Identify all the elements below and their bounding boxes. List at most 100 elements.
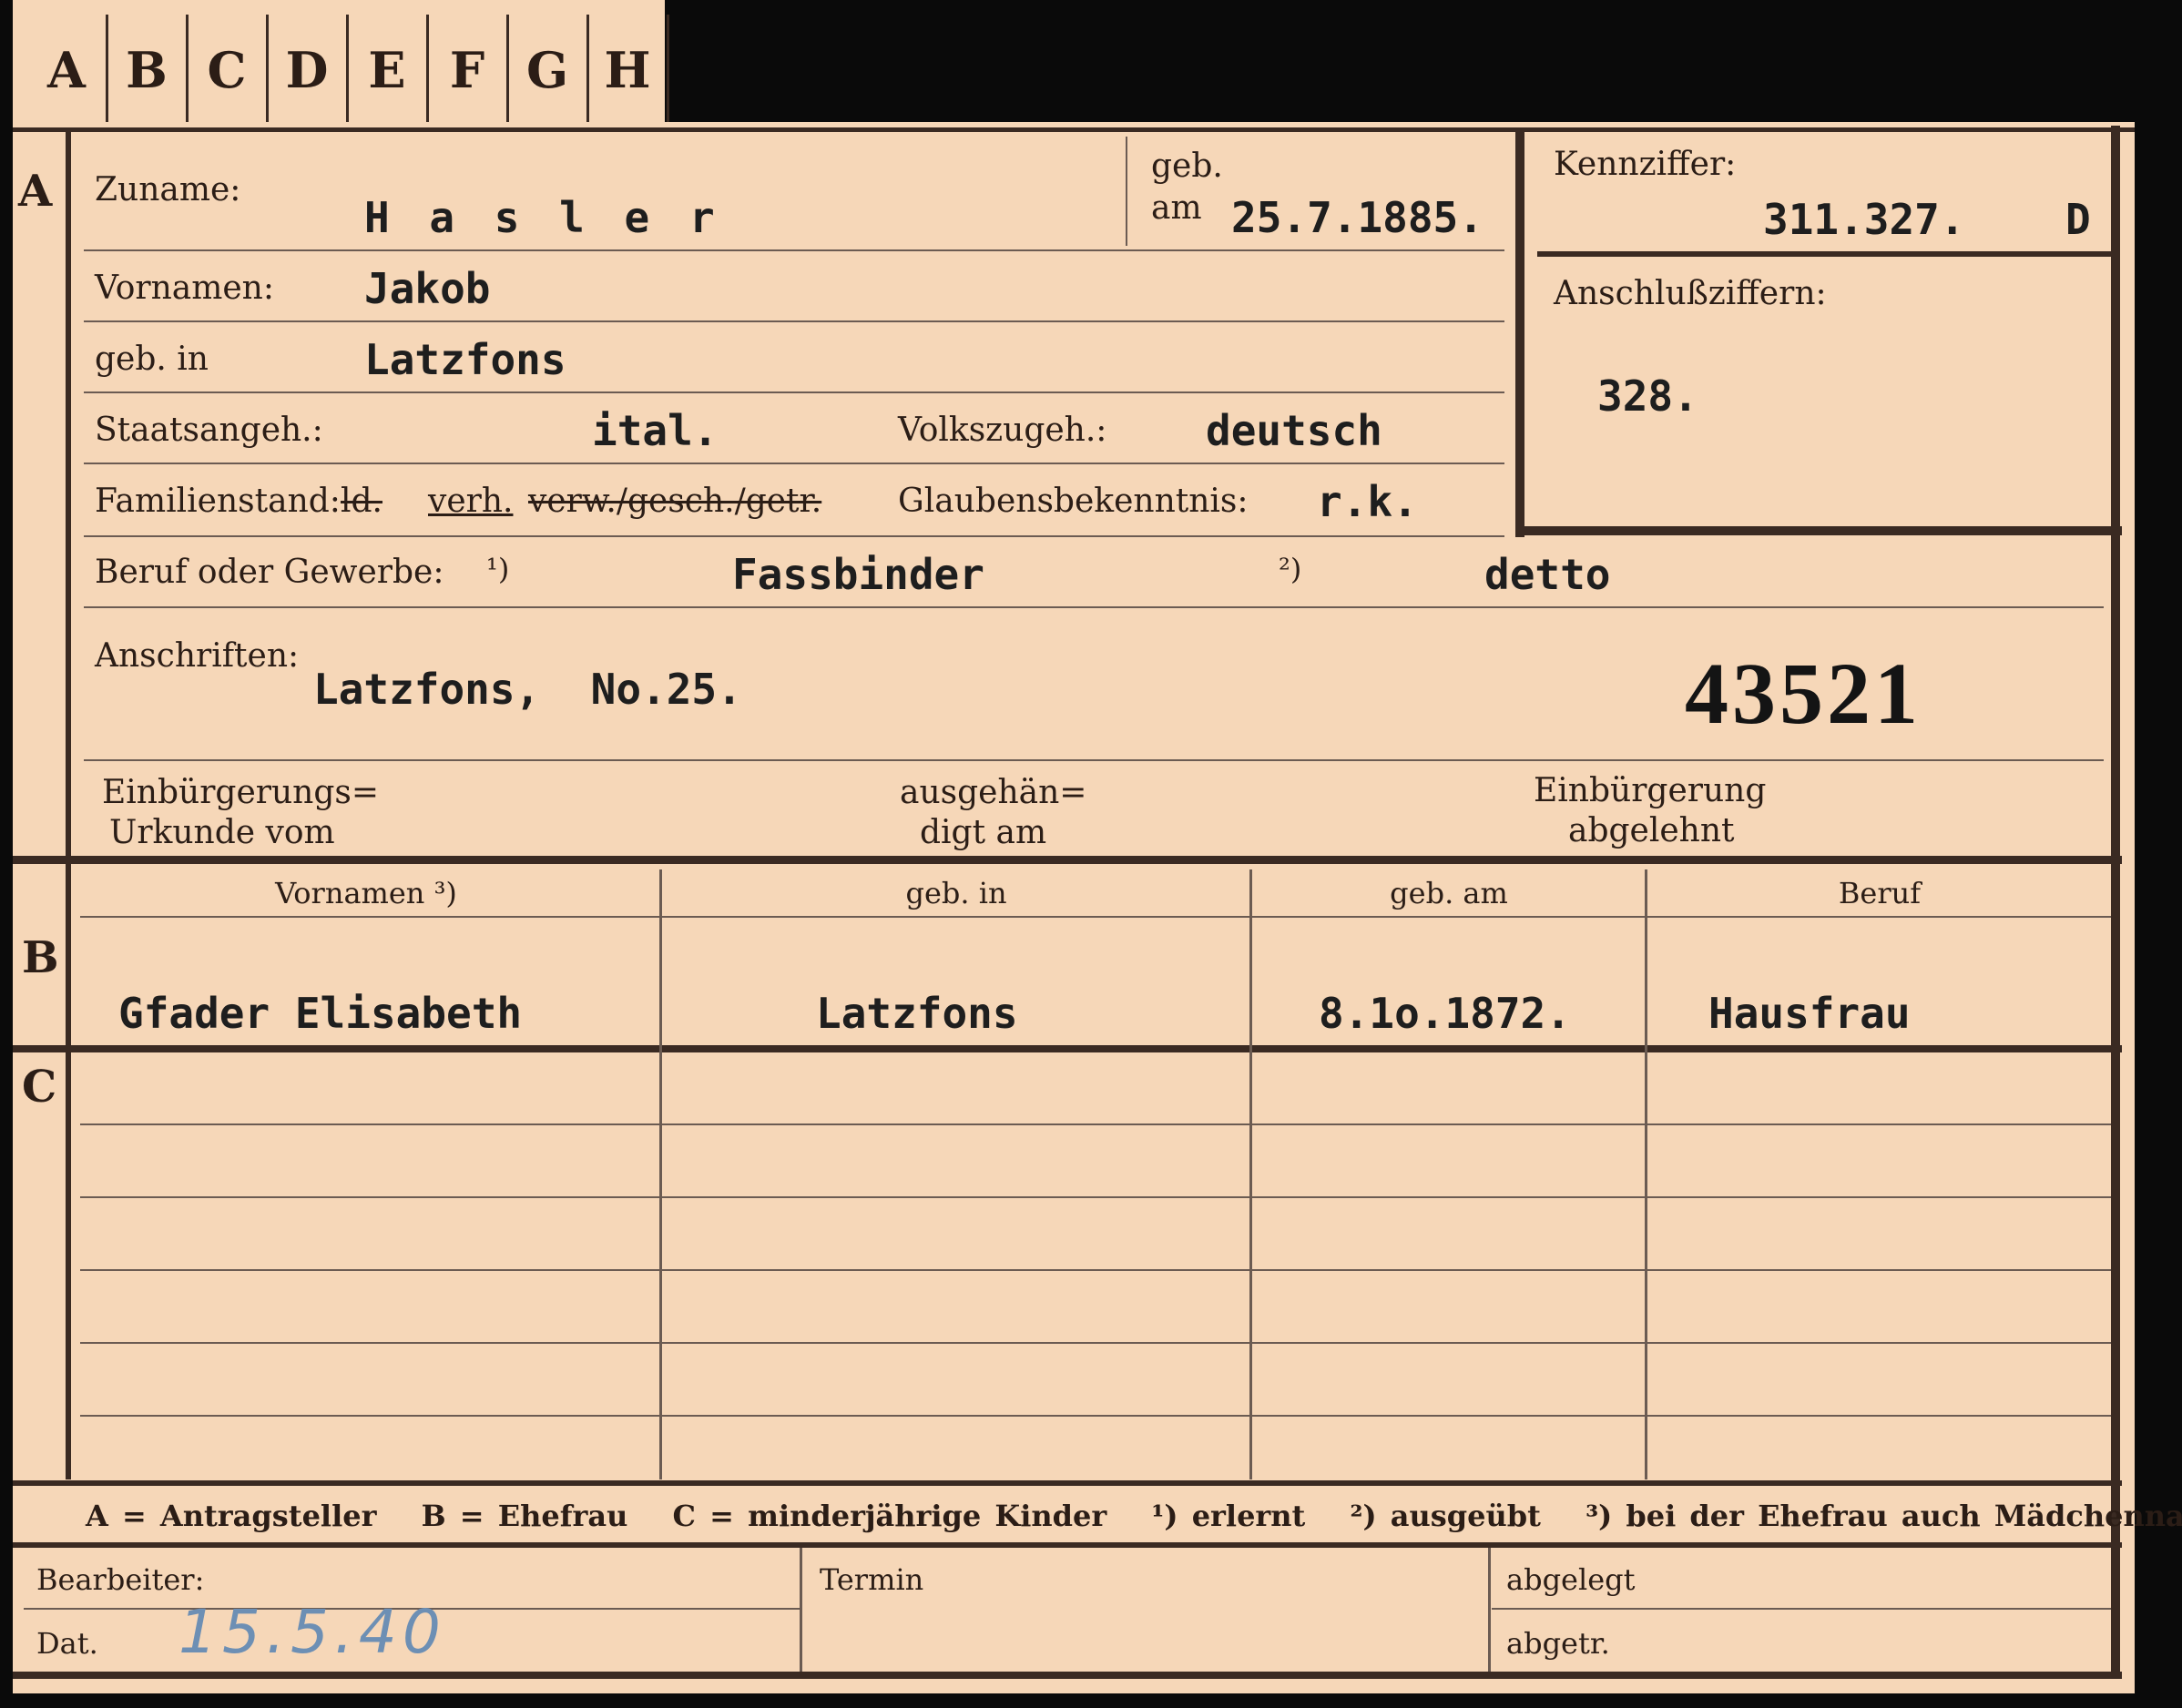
kennziffer-suffix: D	[2065, 195, 2091, 244]
section-c-marker: C	[22, 1062, 57, 1113]
volks-label: Volkszugeh.:	[898, 412, 1107, 449]
ehefrau-geb-in: Latzfons	[816, 989, 1018, 1038]
section-b-marker: B	[22, 932, 59, 983]
einb-abgelehnt-label-1: Einbürgerung	[1534, 772, 1767, 809]
einb-abgelehnt-label-2: abgelehnt	[1568, 812, 1735, 849]
col-header-geb-am: geb. am	[1390, 876, 1508, 910]
ehefrau-geb-am: 8.1o.1872.	[1319, 989, 1571, 1038]
abgetr-label: abgetr.	[1506, 1626, 1610, 1661]
section-a-left-border	[66, 127, 71, 860]
geb-am-value: 25.7.1885.	[1231, 193, 1484, 242]
familien-option-other: verw./gesch./getr.	[528, 483, 822, 520]
staats-label: Staatsangeh.:	[95, 412, 323, 449]
beruf-note-1: ¹)	[486, 552, 510, 586]
tab-c[interactable]: C	[188, 15, 269, 126]
col-header-vornamen: Vornamen ³)	[275, 876, 457, 910]
kennziffer-label: Kennziffer:	[1554, 146, 1737, 183]
beruf-ausgeuebt-value: detto	[1484, 550, 1611, 599]
tab-g[interactable]: G	[508, 15, 589, 126]
beruf-erlernt-value: Fassbinder	[732, 550, 984, 599]
col-header-rule	[80, 916, 2111, 918]
children-row-rule-1	[80, 1123, 2111, 1125]
col-divider-2	[1249, 869, 1252, 1479]
registration-number: 43521	[1685, 645, 1922, 742]
bearbeiter-label: Bearbeiter:	[36, 1562, 205, 1597]
legend-note-3: ³) bei der Ehefrau auch Mädchenname	[1586, 1499, 2182, 1533]
col-divider-1	[659, 869, 662, 1479]
section-a-marker: A	[18, 166, 53, 217]
beruf-note-2: ²)	[1279, 552, 1302, 586]
tab-a[interactable]: A	[27, 15, 108, 126]
familien-option-ledig: ld.	[341, 483, 383, 520]
anschluss-value: 328.	[1597, 371, 1698, 421]
card-right-edge	[2111, 126, 2120, 1673]
dat-value: 15.5.40	[178, 1597, 446, 1667]
geb-in-value: Latzfons	[364, 335, 566, 384]
letter-tabs: A B C D E F G H	[13, 0, 669, 135]
tab-e[interactable]: E	[348, 15, 429, 126]
volks-value: deutsch	[1206, 406, 1382, 455]
ehefrau-name: Gfader Elisabeth	[118, 989, 523, 1038]
legend-b: B = Ehefrau	[421, 1499, 628, 1533]
einb-urkunde-label-1: Einbürgerungs=	[102, 774, 380, 811]
legend-top-border	[13, 1480, 2122, 1486]
footer-divider-2	[1488, 1548, 1491, 1673]
rule-familien	[84, 535, 1504, 537]
staats-value: ital.	[592, 406, 719, 455]
legend-a: A = Antragsteller	[86, 1499, 377, 1533]
kennziffer-divider	[1537, 251, 2111, 257]
anschriften-label: Anschriften:	[95, 637, 300, 675]
tab-f[interactable]: F	[428, 15, 509, 126]
section-bc-left-border	[66, 860, 71, 1479]
anschluss-label: Anschlußziffern:	[1554, 275, 1827, 312]
children-row-rule-3	[80, 1269, 2111, 1271]
vornamen-value: Jakob	[364, 264, 491, 313]
geb-label: geb.	[1151, 147, 1223, 185]
card-top-line	[13, 127, 2135, 132]
tab-b[interactable]: B	[107, 15, 189, 126]
rule-vornamen	[84, 320, 1504, 322]
children-row-rule-5	[80, 1415, 2111, 1417]
rule-beruf	[84, 606, 2104, 608]
zuname-value: H a s l e r	[364, 193, 722, 242]
familien-label: Familienstand:	[95, 483, 341, 520]
geb-divider	[1126, 137, 1127, 246]
rule-staats	[84, 463, 1504, 464]
legend-note-1: ¹) erlernt	[1151, 1499, 1306, 1533]
ausgehaendigt-label-1: ausgehän=	[900, 774, 1087, 811]
kennziffer-box-bottom	[1515, 526, 2122, 535]
rule-gebin	[84, 391, 1504, 393]
kennziffer-value: 311.327.	[1763, 195, 1965, 244]
dat-label: Dat.	[36, 1626, 98, 1661]
tab-d[interactable]: D	[268, 15, 349, 126]
legend: A = Antragsteller B = Ehefrau C = minder…	[86, 1499, 2182, 1533]
am-label: am	[1151, 189, 1202, 227]
anschriften-value: Latzfons, No.25.	[313, 665, 742, 714]
ehefrau-beruf: Hausfrau	[1708, 989, 1911, 1038]
geb-in-label: geb. in	[95, 341, 209, 378]
ausgehaendigt-label-2: digt am	[920, 814, 1047, 851]
footer-divider-1	[800, 1548, 802, 1673]
glauben-value: r.k.	[1317, 477, 1418, 526]
einb-urkunde-label-2: Urkunde vom	[109, 814, 335, 851]
zuname-label: Zuname:	[95, 171, 241, 208]
tab-h[interactable]: H	[588, 15, 669, 126]
col-header-geb-in: geb. in	[905, 876, 1007, 910]
section-b-bottom-border	[13, 1045, 2122, 1052]
section-a-bottom-border	[13, 856, 2122, 864]
familien-option-verh: verh.	[428, 483, 514, 520]
col-header-beruf: Beruf	[1838, 876, 1922, 910]
children-row-rule-2	[80, 1196, 2111, 1198]
footer-rule-right	[1492, 1608, 2111, 1610]
legend-bottom-border	[13, 1542, 2122, 1548]
abgelegt-label: abgelegt	[1506, 1562, 1636, 1597]
col-divider-3	[1645, 869, 1647, 1479]
glauben-label: Glaubensbekenntnis:	[898, 483, 1249, 520]
kennziffer-box-left	[1515, 129, 1524, 537]
legend-note-2: ²) ausgeübt	[1350, 1499, 1541, 1533]
rule-zuname	[84, 249, 1504, 251]
card-bottom-border	[13, 1672, 2122, 1679]
termin-label: Termin	[820, 1562, 924, 1597]
beruf-label: Beruf oder Gewerbe:	[95, 554, 444, 591]
rule-anschriften	[84, 759, 2104, 761]
